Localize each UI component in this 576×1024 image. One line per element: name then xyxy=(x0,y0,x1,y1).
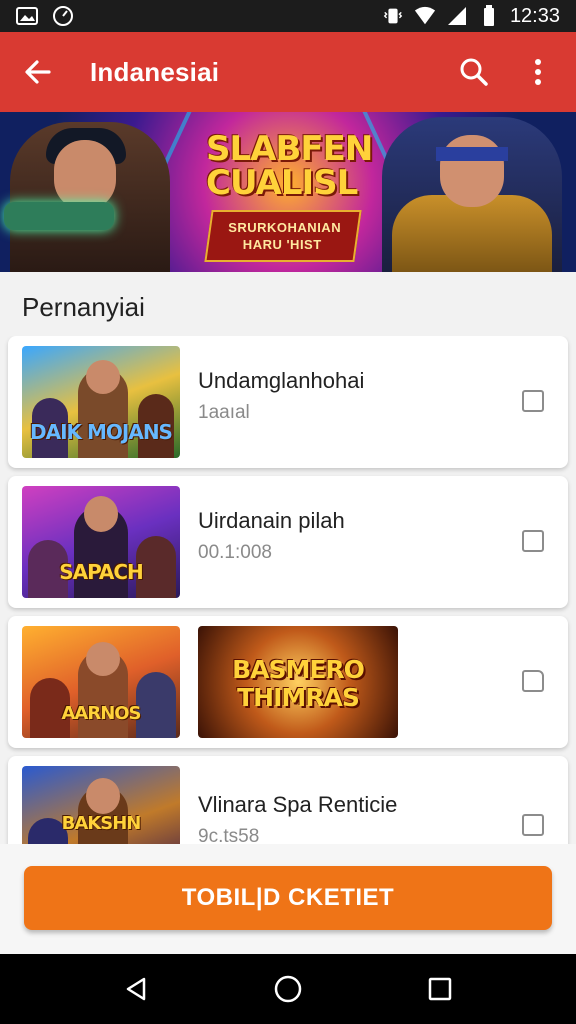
thumbnail-text: DAIK MOJANS xyxy=(30,420,173,444)
item-subtitle: 1aaıal xyxy=(198,402,250,423)
game-thumbnail: DAIK MOJANS xyxy=(22,346,180,458)
item-logo-text: BASMERO THIMRAS xyxy=(232,655,365,712)
list-item[interactable]: AARNOS BASMERO THIMRAS xyxy=(8,616,568,748)
section-title: Pernanyiai xyxy=(22,292,145,322)
item-title: Vlinara Spa Renticie xyxy=(198,792,398,817)
list-item[interactable]: DAIK MOJANS Undamglanhohai 1aaıal xyxy=(8,336,568,468)
back-arrow-icon[interactable] xyxy=(18,52,58,92)
app-bar-actions xyxy=(454,52,558,92)
more-vert-icon[interactable] xyxy=(518,52,558,92)
list-item[interactable]: SAPACH Uirdanain pilah 00.1:008 xyxy=(8,476,568,608)
banner-ribbon-line2: HARU 'HIST xyxy=(242,237,322,252)
vibrate-icon xyxy=(382,5,404,27)
thumbnail-text: SAPACH xyxy=(59,560,144,584)
search-icon[interactable] xyxy=(454,52,494,92)
app-title: Indanesiai xyxy=(90,56,220,87)
item-checkbox[interactable] xyxy=(522,670,544,692)
banner-ribbon-line1: SRURKOHANIAN xyxy=(227,220,341,235)
primary-action-button[interactable]: TOBIL|D CKETIET xyxy=(24,866,552,930)
wifi-icon xyxy=(414,5,436,27)
item-subtitle: 00.1:008 xyxy=(198,542,272,563)
thumbnail-text: BAKSHN xyxy=(61,813,142,834)
item-subtitle: 9c.ts58 xyxy=(198,826,260,844)
battery-icon xyxy=(478,5,500,27)
banner-hero-right-image xyxy=(382,117,562,272)
signal-icon xyxy=(446,5,468,27)
item-title: Undamglanhohai xyxy=(198,368,365,393)
app-bar: Indanesiai xyxy=(0,32,576,112)
item-checkbox[interactable] xyxy=(522,390,544,412)
item-checkbox[interactable] xyxy=(522,530,544,552)
thumbnail-text: AARNOS xyxy=(61,703,141,724)
home-circle-icon[interactable] xyxy=(264,965,312,1013)
game-list: DAIK MOJANS Undamglanhohai 1aaıal SAPACH… xyxy=(0,336,576,844)
status-left xyxy=(16,5,74,27)
banner-ribbon: SRURKOHANIAN HARU 'HIST xyxy=(204,210,362,262)
compass-icon xyxy=(52,5,74,27)
status-time: 12:33 xyxy=(509,4,560,27)
status-bar: 12:33 xyxy=(0,0,576,32)
promo-banner[interactable]: SLABFEN CUALISL SRURKOHANIAN HARU 'HIST xyxy=(0,112,576,272)
game-thumbnail: BAKSHN xyxy=(22,766,180,844)
back-triangle-icon[interactable] xyxy=(112,965,160,1013)
game-thumbnail-logo: BASMERO THIMRAS xyxy=(198,626,398,738)
recents-square-icon[interactable] xyxy=(416,965,464,1013)
item-title: Uirdanain pilah xyxy=(198,508,345,533)
game-thumbnail: SAPACH xyxy=(22,486,180,598)
item-checkbox[interactable] xyxy=(522,814,544,836)
system-nav-bar xyxy=(0,954,576,1024)
image-icon xyxy=(16,5,38,27)
banner-hero-left-image xyxy=(4,122,170,272)
list-item[interactable]: BAKSHN Vlinara Spa Renticie 9c.ts58 xyxy=(8,756,568,844)
game-thumbnail: AARNOS xyxy=(22,626,180,738)
banner-title: SLABFEN CUALISL xyxy=(206,129,373,203)
status-right: 12:33 xyxy=(382,5,560,28)
